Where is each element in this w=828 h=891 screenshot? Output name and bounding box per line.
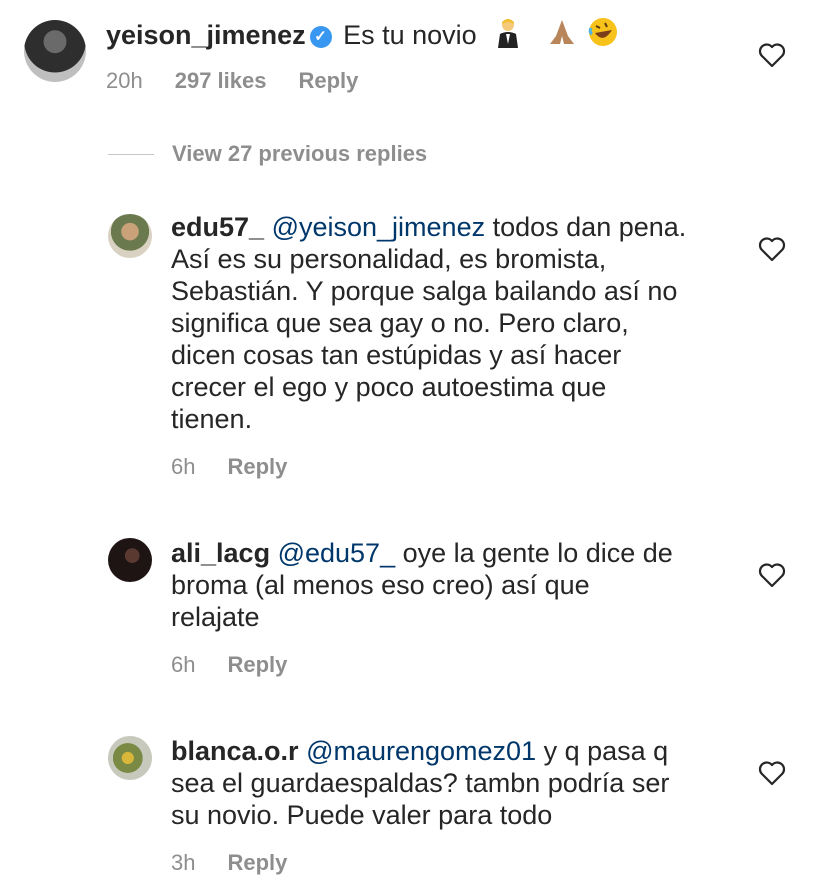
comment-text: ali_lacg @edu57_ oye la gente lo dice de… [171,537,731,633]
folded-hands-emoji [549,20,574,44]
avatar[interactable] [24,20,86,82]
heart-icon[interactable] [758,42,786,68]
avatar[interactable] [108,538,152,582]
verified-badge-icon: ✓ [309,26,332,48]
comment-line: Así es su personalidad, es bromista, [171,244,607,274]
comment-line: crecer el ego y poco autoestima que [171,372,607,402]
timestamp: 20h [106,68,143,93]
heart-icon[interactable] [758,760,786,786]
comment-text: yeison_jimenez ✓ Es tu novio [106,16,666,51]
comment-meta: 3h Reply [171,850,319,876]
comment-line: sea el guardaespaldas? tambn podría ser [171,768,670,798]
timestamp: 3h [171,850,196,875]
mention-link[interactable]: @yeison_jimenez [272,212,486,242]
timestamp: 6h [171,454,196,479]
comment-line: todos dan pena. [492,212,687,242]
comment-line: significa que sea gay o no. Pero claro, [171,308,629,338]
rolling-laughing-emoji [588,18,618,46]
likes-count[interactable]: 297 likes [175,68,267,94]
person-in-tuxedo-emoji [498,19,519,48]
reply-button[interactable]: Reply [298,68,358,94]
username[interactable]: yeison_jimenez [106,20,306,50]
username[interactable]: blanca.o.r [171,736,299,766]
comment-line: su novio. Puede valer para todo [171,800,553,830]
username[interactable]: ali_lacg [171,538,270,568]
comment-text: edu57_ @yeison_jimenez todos dan pena. A… [171,211,731,435]
comment-line: relajate [171,602,260,632]
comment-meta: 6h Reply [171,454,319,480]
comment-line: tienen. [171,404,253,434]
comment-line: oye la gente lo dice de [402,538,673,568]
avatar[interactable] [108,736,152,780]
divider-line [108,153,154,155]
reply-button[interactable]: Reply [227,652,287,678]
username[interactable]: edu57_ [171,212,264,242]
mention-link[interactable]: @edu57_ [278,538,396,568]
reply-button[interactable]: Reply [227,454,287,480]
reply-button[interactable]: Reply [227,850,287,876]
heart-icon[interactable] [758,562,786,588]
comment-line: y q pasa q [543,736,669,766]
comment-line: Sebastián. Y porque salga bailando así n… [171,276,678,306]
comment-line: dicen cosas tan estúpidas y así hacer [171,340,622,370]
comment-line: broma (al menos eso creo) así que [171,570,590,600]
mention-link[interactable]: @maurengomez01 [306,736,536,766]
comment-meta: 20h 297 likes Reply [106,68,390,94]
view-previous-label: View 27 previous replies [172,141,428,166]
view-previous-replies-button[interactable]: View 27 previous replies [108,140,427,168]
comment-body: Es tu novio [343,20,477,50]
comment-meta: 6h Reply [171,652,319,678]
comment-text: blanca.o.r @maurengomez01 y q pasa q sea… [171,735,731,831]
avatar[interactable] [108,214,152,258]
heart-icon[interactable] [758,236,786,262]
timestamp: 6h [171,652,196,677]
